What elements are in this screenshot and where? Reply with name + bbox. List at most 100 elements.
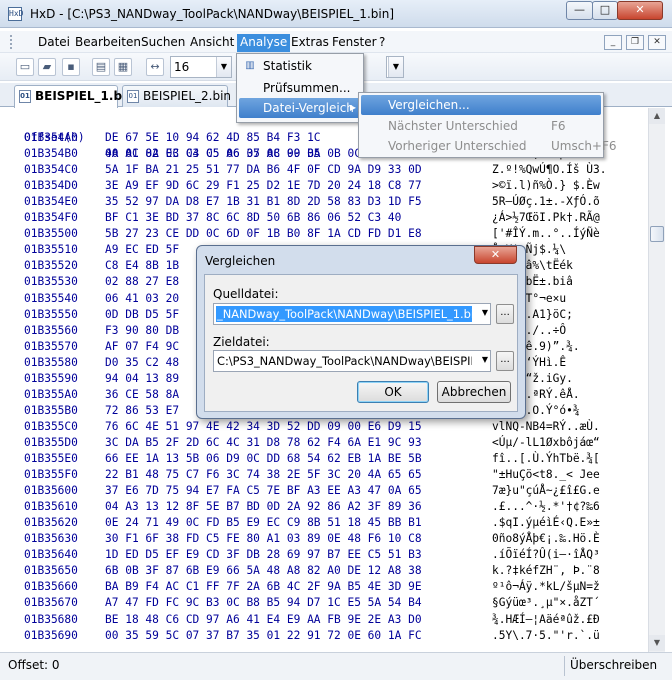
dialog-title: Vergleichen: [205, 254, 276, 268]
minimize-button[interactable]: —: [566, 1, 593, 20]
hex-row-bytes[interactable]: 04 A3 13 12 8F 5E B7 BD 0D 2A 92 86 A2 3…: [105, 499, 485, 515]
source-browse-button[interactable]: ...: [496, 304, 514, 324]
mdi-close-button[interactable]: ✕: [648, 35, 666, 50]
hex-row-offset: 01B35610: [24, 500, 78, 514]
hex-row-bytes[interactable]: 37 E6 7D 75 94 E7 FA C5 7E BF A3 EE A3 4…: [105, 483, 485, 499]
menu-item-statistik[interactable]: ▥ Statistik: [239, 56, 362, 76]
hex-row-ascii[interactable]: .£...^·½.*'†¢?‰6: [492, 499, 642, 515]
hex-row-ascii[interactable]: .$qI.ýµéìÉ‹Q.E»±: [492, 515, 642, 531]
hex-row-bytes[interactable]: 76 6C 4E 51 97 4E 42 34 3D 52 DD 09 00 E…: [105, 419, 485, 435]
scroll-down-icon[interactable]: ▼: [649, 635, 665, 651]
ok-button[interactable]: OK: [357, 381, 429, 403]
target-file-combo[interactable]: C:\PS3_NANDway_ToolPack\NANDway\BEISPIEL…: [213, 350, 491, 372]
window-title: HxD - [C:\PS3_NANDway_ToolPack\NANDway\B…: [30, 7, 394, 21]
chevron-down-icon[interactable]: ▼: [482, 355, 488, 364]
hex-row-bytes[interactable]: 6B 0B 3F 87 6B E9 66 5A 48 A8 82 A0 DE 1…: [105, 563, 485, 579]
hex-row-bytes[interactable]: 00 35 59 5C 07 37 B7 35 01 22 91 72 0E 6…: [105, 628, 485, 644]
save-icon[interactable]: ▪: [62, 58, 80, 76]
mdi-restore-button[interactable]: ❐: [626, 35, 644, 50]
bytes-per-row-icon: ↔: [146, 58, 164, 76]
menubar-grip[interactable]: [10, 35, 14, 49]
hex-row-ascii[interactable]: 0ño8ýÅþ€¡.‰.Hö.È: [492, 531, 642, 547]
hex-row-ascii[interactable]: §Gýüœ³.¸µ"×.åZT´: [492, 595, 642, 611]
hex-row-bytes[interactable]: 35 52 97 DA D8 E7 1B 31 B1 8D 2D 58 83 D…: [105, 194, 485, 210]
target-browse-button[interactable]: ...: [496, 351, 514, 371]
target-file-value[interactable]: C:\PS3_NANDway_ToolPack\NANDway\BEISPIEL: [216, 353, 472, 369]
hex-row-bytes[interactable]: 66 EE 1A 13 5B 06 D9 0C DD 68 54 62 EB 1…: [105, 451, 485, 467]
hex-row-ascii[interactable]: fî..[.Ù.ÝhTbë.¾[: [492, 451, 642, 467]
hex-row-bytes[interactable]: 30 F1 6F 38 FD C5 FE 80 A1 03 89 0E 48 F…: [105, 531, 485, 547]
hex-row-offset: 01B35640: [24, 548, 78, 562]
hex-row-bytes[interactable]: BF C1 3E BD 37 8C 6C 8D 50 6B 86 06 52 C…: [105, 210, 485, 226]
hex-row-ascii[interactable]: º¹ô¬Áÿ.*kL/šµN=ž: [492, 579, 642, 595]
source-file-combo[interactable]: _NANDway_ToolPack\NANDway\BEISPIEL_1.bin…: [213, 303, 491, 325]
mdi-minimize-button[interactable]: _: [604, 35, 622, 50]
cancel-button[interactable]: Abbrechen: [437, 381, 511, 403]
tab-beispiel-1[interactable]: 01 BEISPIEL_1.bin: [14, 85, 135, 108]
menu-item-naechster-unterschied[interactable]: Nächster Unterschied F6: [361, 116, 601, 136]
hex-row-ascii[interactable]: vlNQ-NB4=RÝ..æÙ.: [492, 419, 642, 435]
hex-row-offset: 01B355A0: [24, 387, 78, 401]
menu-fenster[interactable]: Fenster: [329, 34, 380, 52]
menu-item-vergleichen[interactable]: Vergleichen...: [361, 95, 601, 115]
chevron-down-icon[interactable]: ▼: [388, 57, 403, 77]
menu-datei[interactable]: Datei: [35, 34, 73, 52]
hex-row-bytes[interactable]: BA B9 F4 AC C1 FF 7F 2A 6B 4C 2F 9A B5 4…: [105, 579, 485, 595]
hxd-app-icon[interactable]: HxD: [8, 7, 23, 21]
scroll-thumb[interactable]: [650, 226, 664, 242]
hex-row-bytes[interactable]: 22 B1 48 75 C7 F6 3C 74 38 2E 5F 3C 20 4…: [105, 467, 485, 483]
hex-row-ascii[interactable]: 5R—ÚØç.1±.-XƒÓ.õ: [492, 194, 642, 210]
charset-select[interactable]: ▼: [386, 56, 404, 78]
open-folder-icon[interactable]: ▰: [38, 58, 56, 76]
hex-row-ascii[interactable]: k.?‡kéfZH¨‚ Þ.¨8: [492, 563, 642, 579]
hex-row-ascii[interactable]: <Úµ/-lL1Øxbôjáœ“: [492, 435, 642, 451]
menu-item-datei-vergleich[interactable]: Datei-Vergleich ▶: [239, 98, 362, 118]
hex-row-ascii[interactable]: ['#ÎÝ.m..°..ÍýÑè: [492, 226, 642, 242]
menu-ansicht[interactable]: Ansicht: [187, 34, 237, 52]
tab-beispiel-2[interactable]: 01 BEISPIEL_2.bin: [122, 85, 231, 107]
hex-row-bytes[interactable]: 1D ED D5 EF E9 CD 3F DB 28 69 97 B7 EE C…: [105, 547, 485, 563]
hex-row-ascii[interactable]: ¾.HÆÍ—¦Aäéªûž.£Ð: [492, 612, 642, 628]
hex-row-ascii[interactable]: >©ï.l)ñ%Ò.} $.Èw: [492, 178, 642, 194]
hex-row-ascii[interactable]: ¿Á>½7ŒöI.Pk†.RÃ@: [492, 210, 642, 226]
hex-row-ascii[interactable]: .íÕïéÍ?Û(i—·îÅQ³: [492, 547, 642, 563]
menu-analyse[interactable]: Analyse: [237, 34, 291, 52]
open-ram-icon[interactable]: ▦: [114, 58, 132, 76]
hex-row-ascii[interactable]: Z.º!%QwÚ¶O.Íš Ù3.: [492, 162, 642, 178]
hex-row-offset: 01B35550: [24, 307, 78, 321]
status-edit-mode[interactable]: Überschreiben: [570, 658, 657, 672]
bytes-per-row-select[interactable]: 16 ▼: [170, 56, 232, 78]
chevron-down-icon[interactable]: ▼: [216, 57, 231, 77]
hex-row-ascii[interactable]: .5Y\.7·5."'r.`.ü: [492, 628, 642, 644]
hex-row-offset: 01B35540: [24, 291, 78, 305]
hex-row-offset: 01B35690: [24, 628, 78, 642]
menu-suchen[interactable]: Suchen: [138, 34, 188, 52]
open-disk-icon[interactable]: ▤: [92, 58, 110, 76]
target-file-label: Zieldatei:: [213, 335, 270, 349]
hex-row-ascii[interactable]: "±HuÇö<t8._< Jee: [492, 467, 642, 483]
hex-row-bytes[interactable]: 5B 27 23 CE DD 0C 6D 0F 1B B0 8F 1A CD F…: [105, 226, 485, 242]
hex-row-offset: 01B354C0: [24, 163, 78, 177]
vertical-scrollbar[interactable]: ▲ ▼: [648, 108, 665, 652]
scroll-up-icon[interactable]: ▲: [649, 108, 665, 124]
hex-row-offset: 01B35680: [24, 612, 78, 626]
dialog-close-button[interactable]: ✕: [474, 246, 517, 264]
chevron-down-icon[interactable]: ▼: [482, 308, 488, 317]
menu-help[interactable]: ?: [376, 34, 388, 52]
hex-row-bytes[interactable]: 3C DA B5 2F 2D 6C 4C 31 D8 78 62 F4 6A E…: [105, 435, 485, 451]
menu-item-vorheriger-unterschied[interactable]: Vorheriger Unterschied Umsch+F6: [361, 136, 617, 156]
hex-row-ascii[interactable]: 7æ}u"çúÅ~¿£î£G.e: [492, 483, 642, 499]
source-file-value[interactable]: _NANDway_ToolPack\NANDway\BEISPIEL_1.bin: [216, 306, 472, 322]
hex-row-bytes[interactable]: 3E A9 EF 9D 6C 29 F1 25 D2 1E 7D 20 24 1…: [105, 178, 485, 194]
hex-row-bytes[interactable]: 0E 24 71 49 0C FD B5 E9 EC C9 8B 51 18 4…: [105, 515, 485, 531]
close-window-button[interactable]: ✕: [617, 1, 663, 20]
hex-row-bytes[interactable]: 5A 1F BA 21 25 51 77 DA B6 4F 0F CD 9A D…: [105, 162, 485, 178]
maximize-button[interactable]: □: [592, 1, 618, 20]
new-file-icon[interactable]: ▭: [16, 58, 34, 76]
menu-item-pruefsummen[interactable]: Prüfsummen...: [239, 78, 362, 98]
menu-extras[interactable]: Extras: [288, 34, 332, 52]
hex-row-bytes[interactable]: BE 18 48 C6 CD 97 A6 41 E4 E9 AA FB 9E 2…: [105, 612, 485, 628]
menu-bearbeiten[interactable]: Bearbeiten: [72, 34, 144, 52]
hex-row-bytes[interactable]: A7 47 FD FC 9C B3 0C B8 B5 94 D7 1C E5 5…: [105, 595, 485, 611]
dialog-body: Quelldatei: _NANDway_ToolPack\NANDway\BE…: [204, 274, 518, 412]
